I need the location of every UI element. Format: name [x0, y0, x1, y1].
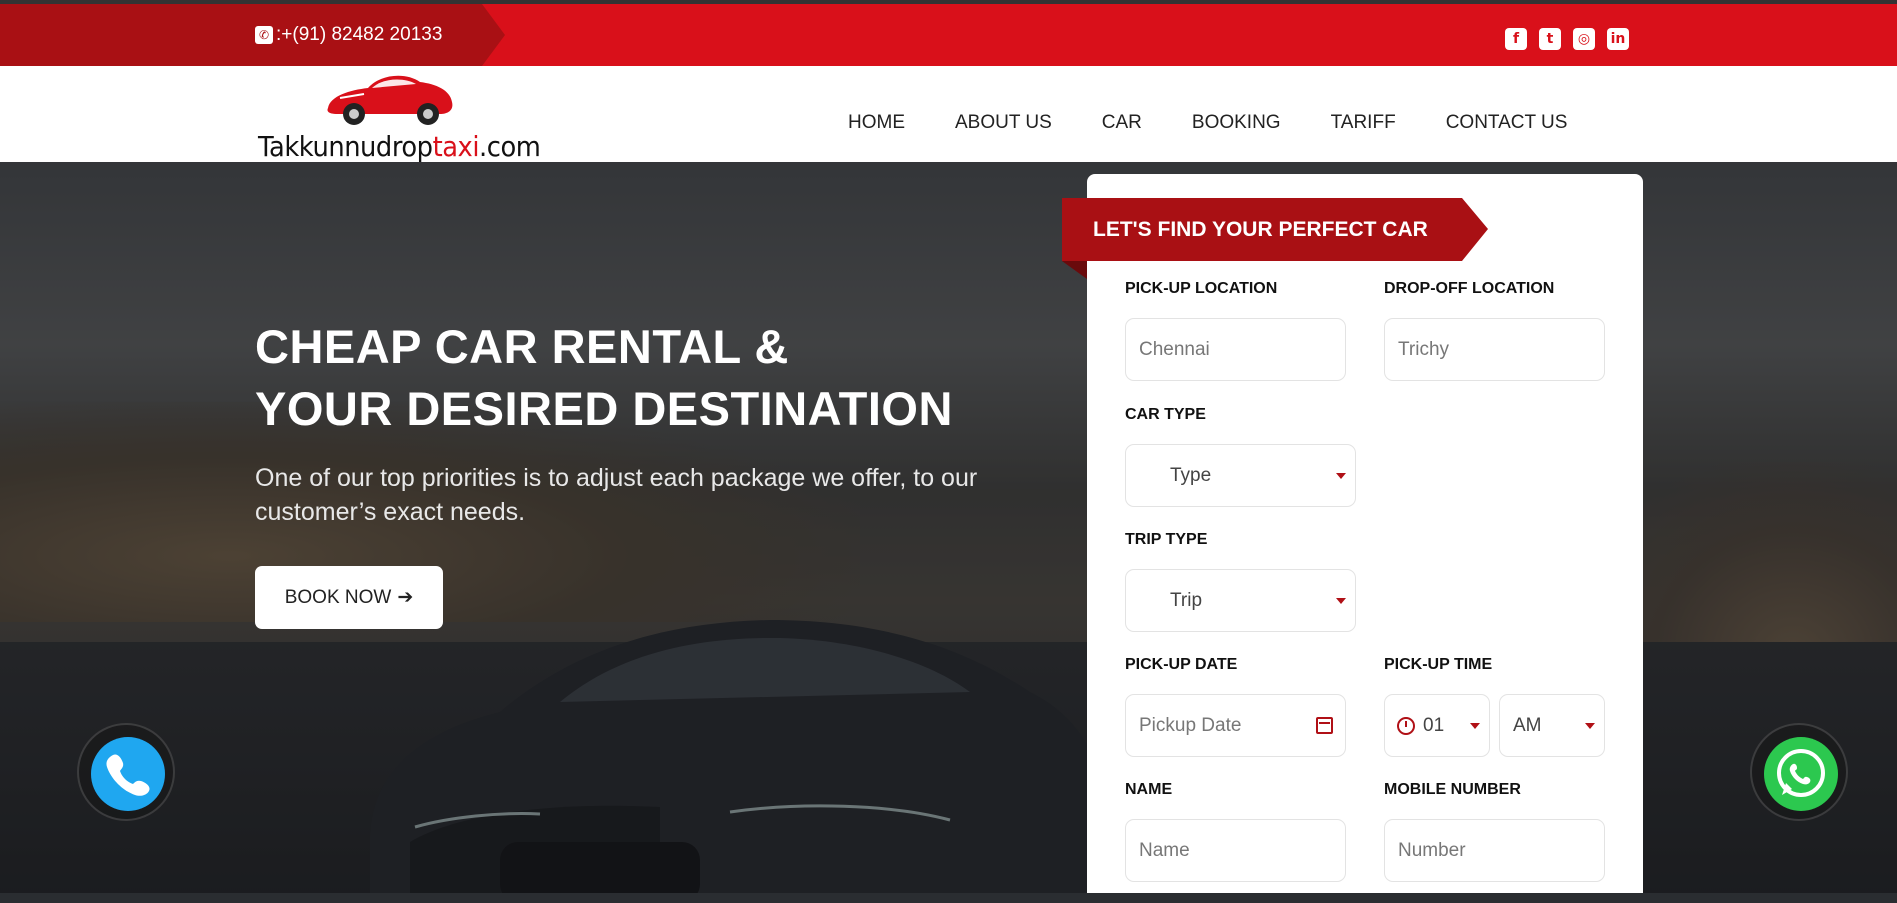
- chevron-down-icon: [1585, 723, 1595, 729]
- nav-home[interactable]: HOME: [848, 112, 905, 134]
- nav-booking[interactable]: BOOKING: [1192, 112, 1281, 134]
- trip-type-select[interactable]: Trip: [1125, 569, 1356, 632]
- pickup-meridiem-select[interactable]: AM: [1499, 694, 1605, 757]
- facebook-icon[interactable]: f: [1505, 28, 1527, 50]
- nav-car[interactable]: CAR: [1102, 112, 1142, 134]
- main-nav: HOME ABOUT US CAR BOOKING TARIFF CONTACT…: [848, 112, 1567, 134]
- pickup-date-label: PICK-UP DATE: [1125, 656, 1238, 673]
- top-bar: ✆ :+(91) 82482 20133 f t ◎ in: [0, 0, 1897, 66]
- site-logo[interactable]: Takkunnudroptaxi.com: [258, 68, 541, 163]
- calendar-icon: [1316, 717, 1333, 734]
- chevron-down-icon: [1470, 723, 1480, 729]
- nav-about-us[interactable]: ABOUT US: [955, 112, 1052, 134]
- pickup-location-label: PICK-UP LOCATION: [1125, 280, 1278, 297]
- bottom-strip: [0, 893, 1897, 903]
- pickup-hour-select[interactable]: 01: [1384, 694, 1490, 757]
- logo-text: Takkunnudroptaxi.com: [258, 130, 541, 163]
- pickup-location-input[interactable]: Chennai: [1125, 318, 1346, 381]
- instagram-icon[interactable]: ◎: [1573, 28, 1595, 50]
- trip-type-label: TRIP TYPE: [1125, 531, 1208, 548]
- name-label: NAME: [1125, 781, 1173, 798]
- phone-icon: [106, 754, 150, 796]
- arrow-right-icon: ➔: [397, 587, 414, 608]
- phone-number[interactable]: :+(91) 82482 20133: [276, 24, 442, 46]
- clock-icon: [1397, 716, 1415, 735]
- pickup-date-input[interactable]: Pickup Date: [1125, 694, 1346, 757]
- name-input[interactable]: Name: [1125, 819, 1346, 882]
- twitter-icon[interactable]: t: [1539, 28, 1561, 50]
- dropoff-location-input[interactable]: Trichy: [1384, 318, 1605, 381]
- chevron-down-icon: [1336, 598, 1346, 604]
- car-type-label: CAR TYPE: [1125, 406, 1206, 423]
- car-type-select[interactable]: Type: [1125, 444, 1356, 507]
- form-title: LET'S FIND YOUR PERFECT CAR: [1062, 198, 1488, 261]
- phone-contact[interactable]: ✆ :+(91) 82482 20133: [255, 24, 442, 46]
- hero-subtext: One of our top priorities is to adjust e…: [255, 464, 978, 526]
- linkedin-icon[interactable]: in: [1607, 28, 1629, 50]
- hero-headline: CHEAP CAR RENTAL & YOUR DESIRED DESTINAT…: [255, 320, 953, 435]
- whatsapp-button-circle: [1764, 737, 1838, 811]
- book-now-button[interactable]: BOOK NOW ➔: [255, 566, 443, 629]
- call-button[interactable]: [77, 723, 175, 821]
- pickup-time-label: PICK-UP TIME: [1384, 656, 1493, 673]
- car-logo-icon: [327, 75, 453, 125]
- nav-tariff[interactable]: TARIFF: [1331, 112, 1396, 134]
- chevron-down-icon: [1336, 473, 1346, 479]
- mobile-number-label: MOBILE NUMBER: [1384, 781, 1521, 798]
- nav-contact-us[interactable]: CONTACT US: [1446, 112, 1568, 134]
- social-links: f t ◎ in: [1505, 28, 1629, 50]
- dropoff-location-label: DROP-OFF LOCATION: [1384, 280, 1555, 297]
- site-header: Takkunnudroptaxi.com HOME ABOUT US CAR B…: [0, 66, 1897, 163]
- mobile-number-input[interactable]: Number: [1384, 819, 1605, 882]
- whatsapp-button[interactable]: [1750, 723, 1848, 821]
- phone-square-icon: ✆: [255, 26, 273, 44]
- call-button-circle: [91, 737, 165, 811]
- whatsapp-icon: [1777, 749, 1825, 797]
